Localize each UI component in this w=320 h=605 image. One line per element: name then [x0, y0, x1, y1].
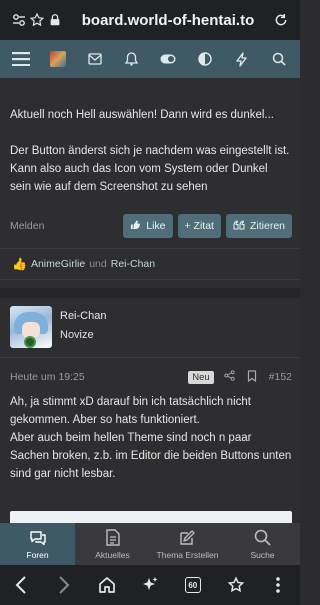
- url-text[interactable]: board.world-of-hentai.to: [64, 12, 272, 29]
- thumbs-up-icon: 👍: [12, 257, 27, 271]
- post-timestamp[interactable]: Heute um 19:25: [10, 371, 188, 383]
- post-paragraph: Der Button änderst sich je nachdem was e…: [10, 145, 290, 193]
- post-meta: Heute um 19:25 Neu #152: [10, 369, 292, 385]
- quote-icon: [233, 219, 245, 233]
- nav-label: Suche: [250, 549, 275, 560]
- post-number[interactable]: #152: [269, 371, 292, 383]
- search-icon[interactable]: [268, 48, 290, 70]
- document-icon: [103, 529, 123, 547]
- bell-icon[interactable]: [121, 48, 143, 70]
- reaction-user[interactable]: AnimeGirlie: [31, 258, 85, 270]
- nav-aktuelles[interactable]: Aktuelles: [75, 523, 150, 565]
- nav-foren[interactable]: Foren: [0, 523, 75, 565]
- more-menu-icon[interactable]: [266, 573, 290, 597]
- back-icon[interactable]: [9, 573, 33, 597]
- bookmark-icon[interactable]: [247, 369, 257, 385]
- nav-suche[interactable]: Suche: [225, 523, 300, 565]
- nav-label: Foren: [26, 549, 49, 560]
- post-body: Ah, ja stimmt xD darauf bin ich tatsächl…: [10, 393, 292, 483]
- avatar: [49, 51, 66, 67]
- post-divider: [0, 288, 300, 298]
- forum-header: [0, 40, 300, 78]
- post-actions: Melden Like + Zitat Zitieren: [10, 213, 292, 239]
- browser-toolbar: 60: [0, 565, 300, 605]
- nav-thema-erstellen[interactable]: Thema Erstellen: [150, 523, 225, 565]
- share-icon[interactable]: [224, 370, 235, 384]
- multi-quote-button[interactable]: + Zitat: [177, 214, 221, 238]
- online-status-icon: [24, 336, 36, 348]
- like-icon: [130, 219, 141, 233]
- browser-address-bar[interactable]: board.world-of-hentai.to: [0, 0, 300, 40]
- post-paragraph: Aber auch beim hellen Theme sind noch n …: [10, 432, 292, 480]
- user-avatar-button[interactable]: [47, 48, 69, 70]
- post-author: Rei-Chan Novize: [0, 298, 300, 358]
- post-current: Rei-Chan Novize Heute um 19:25 Neu #152 …: [0, 298, 300, 523]
- bolt-icon[interactable]: [231, 48, 253, 70]
- bookmark-star-icon[interactable]: [224, 573, 248, 597]
- new-badge: Neu: [188, 370, 214, 384]
- tab-count: 60: [184, 577, 201, 593]
- post-paragraph: Aktuell noch Hell auswählen! Dann wird e…: [10, 109, 275, 121]
- post-previous: Aktuell noch Hell auswählen! Dann wird e…: [0, 78, 300, 288]
- favorite-star-icon[interactable]: [28, 11, 46, 29]
- user-title: Novize: [60, 329, 94, 341]
- reload-icon[interactable]: [272, 11, 290, 29]
- sparkle-icon[interactable]: [138, 573, 162, 597]
- reaction-conjunction: und: [89, 258, 107, 270]
- edit-icon: [178, 529, 198, 547]
- search-icon: [253, 529, 273, 547]
- reaction-summary[interactable]: 👍 AnimeGirlie und Rei-Chan: [0, 248, 300, 280]
- forward-icon[interactable]: [52, 573, 76, 597]
- zitat-label: + Zitat: [184, 220, 214, 232]
- contrast-icon[interactable]: [194, 48, 216, 70]
- site-settings-icon[interactable]: [10, 11, 28, 29]
- lock-icon: [46, 11, 64, 29]
- post-paragraph: Ah, ja stimmt xD darauf bin ich tatsächl…: [10, 396, 251, 426]
- report-link[interactable]: Melden: [10, 220, 118, 232]
- post-body: Aktuell noch Hell auswählen! Dann wird e…: [10, 106, 290, 214]
- like-label: Like: [146, 220, 166, 232]
- nav-label: Thema Erstellen: [156, 549, 219, 560]
- menu-icon[interactable]: [10, 48, 32, 70]
- toggle-icon[interactable]: [157, 48, 179, 70]
- nav-label: Aktuelles: [95, 549, 130, 560]
- username[interactable]: Rei-Chan: [60, 310, 106, 322]
- home-icon[interactable]: [95, 573, 119, 597]
- reaction-user[interactable]: Rei-Chan: [111, 258, 155, 270]
- quote-button[interactable]: Zitieren: [225, 214, 292, 238]
- mail-icon[interactable]: [84, 48, 106, 70]
- zitieren-label: Zitieren: [249, 220, 285, 232]
- tabs-button[interactable]: 60: [181, 573, 205, 597]
- embedded-image: [10, 511, 292, 523]
- like-button[interactable]: Like: [123, 214, 173, 238]
- bottom-navigation: Foren Aktuelles Thema Erstellen Suche: [0, 523, 300, 565]
- chat-icon: [28, 529, 48, 547]
